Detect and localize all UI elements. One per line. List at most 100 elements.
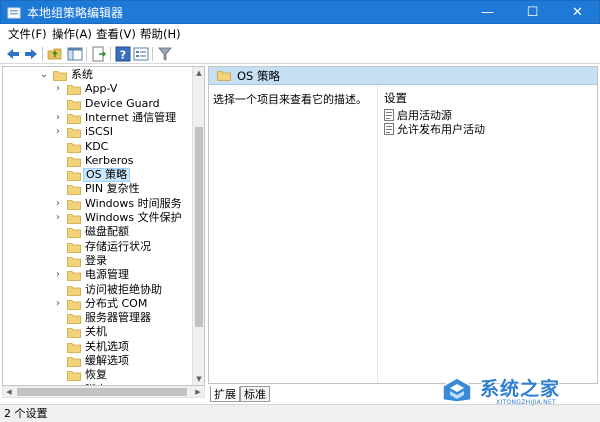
scroll-left-arrow-icon[interactable]: ◀ bbox=[3, 386, 15, 398]
tree-item-label: 访问被拒绝协助 bbox=[85, 282, 162, 296]
tree-item[interactable]: 恢复 bbox=[3, 368, 193, 382]
svg-text:?: ? bbox=[120, 49, 126, 62]
chevron-right-icon[interactable]: › bbox=[53, 111, 63, 125]
filter-icon[interactable] bbox=[156, 45, 174, 63]
tree-item[interactable]: › iSCSI bbox=[3, 125, 193, 139]
menu-file[interactable]: 文件(F) bbox=[8, 26, 47, 42]
tree-item-label: 磁盘配额 bbox=[85, 225, 129, 239]
setting-item[interactable]: 允许发布用户活动 bbox=[384, 123, 485, 137]
window-title: 本地组策略编辑器 bbox=[27, 6, 124, 20]
tree-item[interactable]: › Internet 通信管理 bbox=[3, 111, 193, 125]
tree-item[interactable]: › Windows 时间服务 bbox=[3, 197, 193, 211]
tree-item-label: 服务器管理器 bbox=[85, 311, 151, 325]
tree-item[interactable]: 关机 bbox=[3, 325, 193, 339]
folder-icon bbox=[67, 314, 81, 324]
folder-icon bbox=[67, 171, 81, 181]
chevron-right-icon[interactable]: › bbox=[53, 268, 63, 282]
folder-icon bbox=[67, 242, 81, 253]
folder-icon bbox=[67, 85, 81, 96]
tree-item-label: Windows 时间服务 bbox=[85, 196, 182, 210]
watermark-subtext: XITONGZHIJIA.NET bbox=[496, 399, 556, 406]
tree-item-label: 恢复 bbox=[85, 368, 107, 382]
chevron-right-icon[interactable]: › bbox=[53, 211, 63, 225]
tree-item[interactable]: ⌄ 系统 bbox=[3, 68, 193, 82]
title-bar: 本地组策略编辑器 — ☐ ✕ bbox=[0, 0, 600, 24]
tree-horizontal-scrollbar[interactable]: ◀ ▶ bbox=[2, 386, 205, 398]
show-hide-tree-icon[interactable] bbox=[66, 45, 84, 63]
tree-item[interactable]: 服务器管理器 bbox=[3, 311, 193, 325]
scroll-right-arrow-icon[interactable]: ▶ bbox=[192, 386, 204, 398]
help-icon[interactable]: ? bbox=[114, 45, 132, 63]
policy-setting-icon bbox=[384, 123, 394, 135]
folder-icon bbox=[67, 328, 81, 339]
tab-standard[interactable]: 标准 bbox=[240, 386, 270, 402]
details-header: OS 策略 bbox=[209, 67, 597, 85]
maximize-button[interactable]: ☐ bbox=[510, 1, 555, 24]
tree-item[interactable]: 关机选项 bbox=[3, 340, 193, 354]
tree-item-label: Device Guard bbox=[85, 96, 160, 110]
menu-view[interactable]: 查看(V) bbox=[96, 26, 136, 42]
tree-item[interactable]: KDC bbox=[3, 140, 193, 154]
setting-item[interactable]: 启用活动源 bbox=[384, 109, 452, 123]
tree-scroll-thumb[interactable] bbox=[195, 127, 203, 327]
folder-icon bbox=[67, 142, 81, 153]
chevron-down-icon[interactable]: ⌄ bbox=[39, 68, 49, 82]
folder-icon bbox=[67, 256, 81, 267]
tree-item[interactable]: 存储运行状况 bbox=[3, 240, 193, 254]
tree-vertical-scrollbar[interactable]: ▲ ▼ bbox=[192, 67, 204, 385]
tree-item-label: 系统 bbox=[71, 68, 93, 81]
tree-item[interactable]: PIN 复杂性 bbox=[3, 182, 193, 196]
export-list-icon[interactable] bbox=[90, 45, 108, 63]
tree-item-label: 缓解选项 bbox=[85, 354, 129, 367]
folder-icon bbox=[67, 299, 81, 310]
properties-icon[interactable] bbox=[132, 45, 150, 63]
menu-help[interactable]: 帮助(H) bbox=[140, 26, 181, 42]
toolbar-separator bbox=[110, 47, 111, 61]
tree-hscroll-thumb[interactable] bbox=[17, 388, 187, 396]
tree-item[interactable]: › 电源管理 bbox=[3, 268, 193, 282]
tree-item-label: iSCSI bbox=[85, 125, 113, 139]
tree-item[interactable]: OS 策略 bbox=[3, 168, 193, 183]
tree-item[interactable]: › 分布式 COM bbox=[3, 297, 193, 311]
scroll-down-arrow-icon[interactable]: ▼ bbox=[193, 373, 204, 385]
menu-bar: 文件(F) 操作(A) 查看(V) 帮助(H) bbox=[0, 24, 600, 44]
tree-item-label: Internet 通信管理 bbox=[85, 110, 177, 124]
scroll-up-arrow-icon[interactable]: ▲ bbox=[193, 67, 204, 79]
tree-item-label: 登录 bbox=[85, 253, 107, 267]
group-policy-app-icon bbox=[7, 7, 21, 19]
tree-item[interactable]: Device Guard bbox=[3, 97, 193, 111]
up-folder-icon[interactable] bbox=[46, 45, 64, 63]
tree-item-label: Windows 文件保护 bbox=[85, 211, 182, 224]
tree-item-label: 电源管理 bbox=[85, 268, 129, 282]
tree-item-label: 分布式 COM bbox=[85, 296, 148, 310]
minimize-button[interactable]: — bbox=[465, 1, 510, 24]
details-header-title: OS 策略 bbox=[237, 69, 281, 83]
tree-item[interactable]: 磁盘配额 bbox=[3, 225, 193, 239]
folder-icon bbox=[67, 99, 81, 110]
setting-label: 允许发布用户活动 bbox=[397, 123, 485, 136]
forward-arrow-icon[interactable] bbox=[22, 45, 40, 63]
description-text: 选择一个项目来查看它的描述。 bbox=[213, 93, 367, 106]
folder-icon bbox=[67, 113, 81, 124]
tree-item[interactable]: 访问被拒绝协助 bbox=[3, 283, 193, 297]
toolbar: ? bbox=[0, 44, 600, 64]
tree-item[interactable]: › Windows 文件保护 bbox=[3, 211, 193, 225]
menu-action[interactable]: 操作(A) bbox=[52, 26, 92, 42]
status-bar: 2 个设置 bbox=[0, 404, 600, 422]
close-button[interactable]: ✕ bbox=[555, 1, 600, 24]
chevron-right-icon[interactable]: › bbox=[53, 82, 63, 96]
tree-item[interactable]: 缓解选项 bbox=[3, 354, 193, 368]
tree-item-label: KDC bbox=[85, 139, 109, 153]
policy-tree[interactable]: 脚本恢复缓解选项关机选项关机服务器管理器›分布式 COM访问被拒绝协助›电源管理… bbox=[2, 66, 205, 386]
tree-item[interactable]: Kerberos bbox=[3, 154, 193, 168]
chevron-right-icon[interactable]: › bbox=[53, 297, 63, 311]
tab-extended[interactable]: 扩展 bbox=[210, 386, 240, 402]
tree-item[interactable]: › App-V bbox=[3, 82, 193, 96]
folder-icon bbox=[67, 199, 81, 210]
tree-item[interactable]: 登录 bbox=[3, 254, 193, 268]
settings-column-heading[interactable]: 设置 bbox=[384, 91, 407, 105]
chevron-right-icon[interactable]: › bbox=[53, 125, 63, 139]
back-arrow-icon[interactable] bbox=[4, 45, 22, 63]
chevron-right-icon[interactable]: › bbox=[53, 197, 63, 211]
details-pane: OS 策略 选择一个项目来查看它的描述。 设置 启用活动源 允许发布用户活动 bbox=[208, 66, 598, 384]
